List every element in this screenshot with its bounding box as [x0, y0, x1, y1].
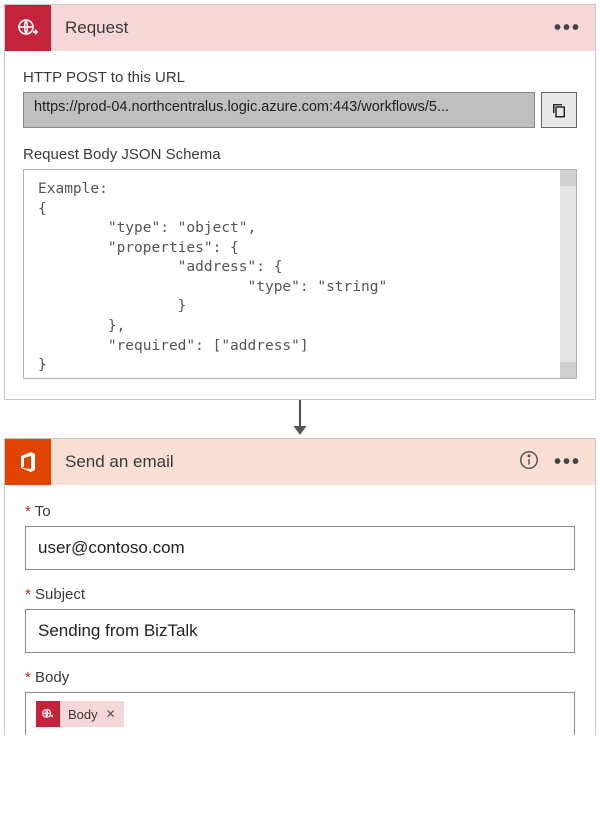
request-icon: [5, 5, 51, 51]
body-token-label: Body: [68, 707, 98, 722]
email-title: Send an email: [65, 452, 518, 472]
copy-url-button[interactable]: [541, 92, 577, 128]
copy-icon: [550, 101, 568, 119]
request-card: Request ••• HTTP POST to this URL https:…: [4, 4, 596, 400]
request-body-panel: HTTP POST to this URL https://prod-04.no…: [5, 51, 595, 399]
subject-input[interactable]: [25, 609, 575, 653]
url-input[interactable]: https://prod-04.northcentralus.logic.azu…: [23, 92, 535, 128]
body-token[interactable]: Body ✕: [36, 701, 124, 727]
url-label: HTTP POST to this URL: [23, 69, 577, 86]
to-input[interactable]: [25, 526, 575, 570]
schema-text: Example: { "type": "object", "properties…: [24, 170, 576, 378]
schema-scrollbar[interactable]: [560, 170, 576, 378]
body-label: * Body: [25, 669, 575, 686]
email-body-panel: * To * Subject * Body Body ✕: [5, 485, 595, 735]
body-input[interactable]: Body ✕: [25, 692, 575, 735]
subject-label: * Subject: [25, 586, 575, 603]
info-icon: [518, 449, 540, 471]
schema-input[interactable]: Example: { "type": "object", "properties…: [23, 169, 577, 379]
close-icon[interactable]: ✕: [106, 707, 116, 721]
request-title: Request: [65, 18, 554, 38]
request-icon: [36, 701, 60, 727]
email-more-button[interactable]: •••: [554, 452, 581, 472]
arrow-down-icon: [290, 400, 310, 438]
email-card: Send an email ••• * To * Subject * Body: [4, 438, 596, 735]
to-label: * To: [25, 503, 575, 520]
request-header[interactable]: Request •••: [5, 5, 595, 51]
request-more-button[interactable]: •••: [554, 18, 581, 38]
required-marker: *: [25, 586, 31, 603]
info-button[interactable]: [518, 449, 540, 476]
required-marker: *: [25, 669, 31, 686]
email-header[interactable]: Send an email •••: [5, 439, 595, 485]
required-marker: *: [25, 503, 31, 520]
schema-label: Request Body JSON Schema: [23, 146, 577, 163]
flow-arrow: [4, 400, 596, 438]
office-icon: [5, 439, 51, 485]
